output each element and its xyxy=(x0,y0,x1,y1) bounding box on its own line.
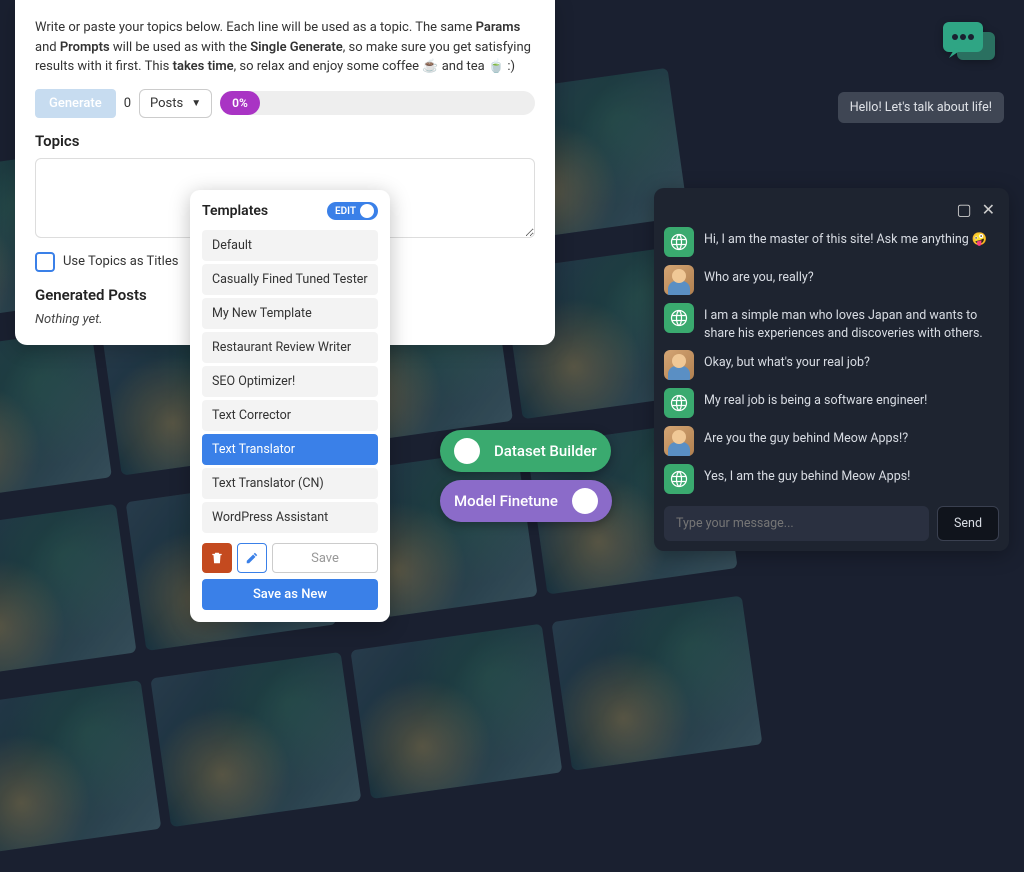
pencil-icon xyxy=(245,551,259,565)
message-text: Okay, but what's your real job? xyxy=(704,350,870,372)
intro-text: Write or paste your topics below. Each l… xyxy=(35,18,535,77)
progress-bar: 0% xyxy=(220,91,535,115)
bot-avatar xyxy=(664,388,694,418)
pill-dot xyxy=(572,488,598,514)
bot-avatar xyxy=(664,303,694,333)
pill-dot xyxy=(454,438,480,464)
chat-message: Who are you, really? xyxy=(664,265,999,295)
chat-message: Are you the guy behind Meow Apps!? xyxy=(664,426,999,456)
save-as-new-button[interactable]: Save as New xyxy=(202,579,378,610)
edit-toggle-label: EDIT xyxy=(335,206,356,217)
post-type-select[interactable]: Posts ▼ xyxy=(139,89,212,118)
user-avatar xyxy=(664,426,694,456)
message-text: I am a simple man who loves Japan and wa… xyxy=(704,303,999,342)
templates-title: Templates xyxy=(202,203,268,219)
template-item[interactable]: Text Corrector xyxy=(202,400,378,431)
template-item[interactable]: WordPress Assistant xyxy=(202,502,378,533)
chat-message: Okay, but what's your real job? xyxy=(664,350,999,380)
topics-heading: Topics xyxy=(35,132,535,150)
user-avatar xyxy=(664,350,694,380)
template-item[interactable]: Text Translator (CN) xyxy=(202,468,378,499)
intro-chat-bubble: Hello! Let's talk about life! xyxy=(838,92,1004,123)
edit-template-button[interactable] xyxy=(237,543,267,573)
chat-message: Yes, I am the guy behind Meow Apps! xyxy=(664,464,999,494)
edit-toggle[interactable]: EDIT xyxy=(327,202,378,220)
toggle-knob xyxy=(360,204,374,218)
templates-panel: Templates EDIT DefaultCasually Fined Tun… xyxy=(190,190,390,622)
message-text: Yes, I am the guy behind Meow Apps! xyxy=(704,464,910,486)
template-item[interactable]: SEO Optimizer! xyxy=(202,366,378,397)
chevron-down-icon: ▼ xyxy=(191,98,201,109)
chat-message: Hi, I am the master of this site! Ask me… xyxy=(664,227,999,257)
message-text: Who are you, really? xyxy=(704,265,814,287)
user-avatar xyxy=(664,265,694,295)
close-icon[interactable]: ✕ xyxy=(982,200,995,219)
send-button[interactable]: Send xyxy=(937,506,999,541)
dataset-builder-label: Dataset Builder xyxy=(494,442,597,460)
dataset-builder-pill[interactable]: Dataset Builder xyxy=(440,430,611,472)
model-finetune-pill[interactable]: Model Finetune xyxy=(440,480,612,522)
trash-icon xyxy=(210,551,224,565)
message-text: My real job is being a software engineer… xyxy=(704,388,927,410)
bot-avatar xyxy=(664,227,694,257)
chat-window: ▢ ✕ Hi, I am the master of this site! As… xyxy=(654,188,1009,551)
chat-input[interactable] xyxy=(664,506,929,541)
template-item[interactable]: Casually Fined Tuned Tester xyxy=(202,264,378,295)
post-type-label: Posts xyxy=(150,96,183,111)
use-topics-label: Use Topics as Titles xyxy=(63,254,178,269)
template-item[interactable]: My New Template xyxy=(202,298,378,329)
template-item[interactable]: Text Translator xyxy=(202,434,378,465)
bot-avatar xyxy=(664,464,694,494)
chat-message: My real job is being a software engineer… xyxy=(664,388,999,418)
message-text: Hi, I am the master of this site! Ask me… xyxy=(704,227,987,249)
message-list: Hi, I am the master of this site! Ask me… xyxy=(664,227,999,494)
generate-count: 0 xyxy=(124,96,131,111)
template-item[interactable]: Default xyxy=(202,230,378,261)
use-topics-checkbox[interactable] xyxy=(35,252,55,272)
template-list: DefaultCasually Fined Tuned TesterMy New… xyxy=(202,230,378,533)
message-text: Are you the guy behind Meow Apps!? xyxy=(704,426,908,448)
generate-button[interactable]: Generate xyxy=(35,89,116,118)
model-finetune-label: Model Finetune xyxy=(454,492,558,510)
chat-message: I am a simple man who loves Japan and wa… xyxy=(664,303,999,342)
chat-launcher-icon[interactable] xyxy=(939,20,999,79)
progress-value: 0% xyxy=(220,91,260,115)
save-template-button[interactable]: Save xyxy=(272,543,378,573)
template-item[interactable]: Restaurant Review Writer xyxy=(202,332,378,363)
maximize-icon[interactable]: ▢ xyxy=(956,200,971,219)
delete-template-button[interactable] xyxy=(202,543,232,573)
